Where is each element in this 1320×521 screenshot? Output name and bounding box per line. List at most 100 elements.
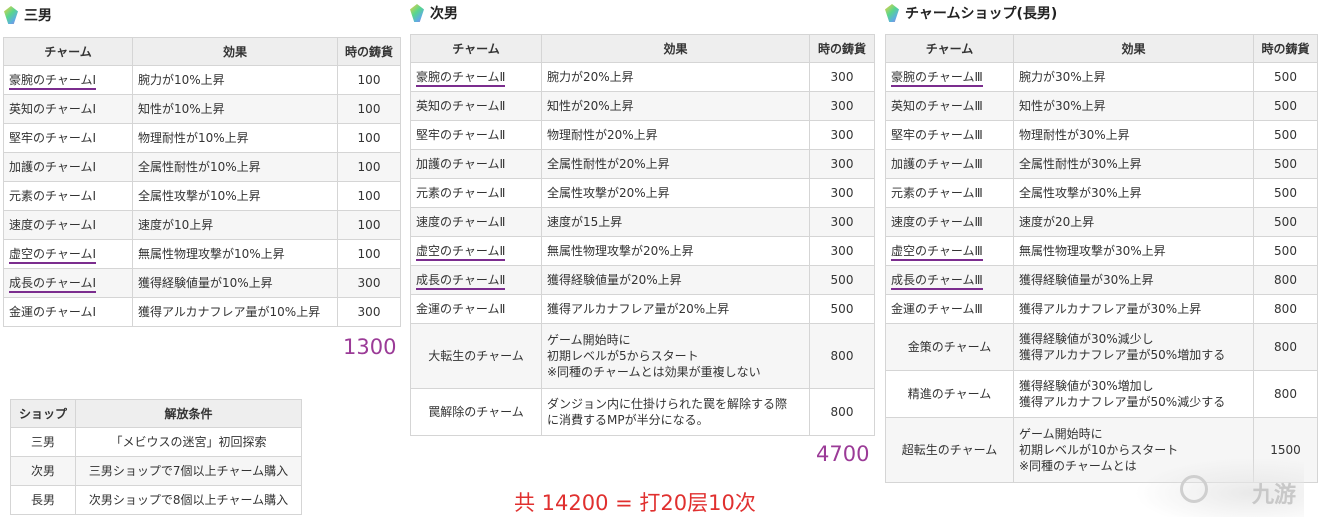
effect-line: 初期レベルが5からスタート [547,349,699,363]
charm-name-text: 豪腕のチャームⅢ [891,70,983,87]
table-row: 金運のチャームⅠ 獲得アルカナフレア量が10%上昇 300 [3,297,401,327]
charm-name-text: 金運のチャームⅡ [416,302,506,316]
effect-line: ゲーム開始時に [547,333,631,347]
charm-effect: 獲得経験値量が10%上昇 [132,268,338,298]
charm-name: 虚空のチャームⅢ [885,236,1014,266]
charm-cost: 100 [337,65,401,95]
charm-name-text: 豪腕のチャームⅡ [416,70,506,87]
table-row: 加護のチャームⅡ 全属性耐性が20%上昇 300 [410,149,875,179]
charm-cost: 300 [809,120,875,150]
charm-name-text: 英知のチャームⅠ [9,102,97,116]
charm-effect: 獲得経験値量が30%上昇 [1013,265,1254,295]
charm-effect: 獲得経験値が30%減少し 獲得アルカナフレア量が50%増加する [1013,323,1254,371]
table-row: 元素のチャームⅠ 全属性攻撃が10%上昇 100 [3,181,401,211]
charm-effect: 腕力が30%上昇 [1013,62,1254,92]
watermark-text: 九游 [1251,483,1296,508]
charm-cost: 500 [1253,91,1318,121]
table-row: 速度のチャームⅢ 速度が20上昇 500 [885,207,1318,237]
col-header-cost: 時の鋳貨 [337,37,401,66]
panel2-title: 次男 [410,0,458,26]
unlock-shop: 次男 [10,456,76,486]
effect-line: ゲーム開始時に [1019,427,1103,441]
charm-cost: 100 [337,152,401,182]
effect-line: 初期レベルが10からスタート [1019,443,1179,457]
unlock-condition: 三男ショップで7個以上チャーム購入 [75,456,302,486]
charm-effect: 獲得アルカナフレア量が20%上昇 [541,294,810,324]
table-row: 堅牢のチャームⅡ 物理耐性が20%上昇 300 [410,120,875,150]
table-row: 加護のチャームⅢ 全属性耐性が30%上昇 500 [885,149,1318,179]
charm-name: 罠解除のチャーム [410,388,542,436]
gem-icon [885,4,899,22]
watermark-logo-icon [1180,475,1208,503]
table-row: 成長のチャームⅡ 獲得経験値量が20%上昇 500 [410,265,875,295]
charm-effect: 獲得経験値量が20%上昇 [541,265,810,295]
panel3-table: チャーム 効果 時の鋳貨 豪腕のチャームⅢ 腕力が30%上昇 500 英知のチャームⅢ… [885,34,1318,483]
charm-effect: 腕力が10%上昇 [132,65,338,95]
effect-line: ダンジョン内に仕掛けられた罠を解除する際 [547,397,788,411]
charm-name: 大転生のチャーム [410,323,542,389]
charm-name: 金運のチャームⅠ [3,297,133,327]
charm-name-text: 大転生のチャーム [428,349,524,363]
charm-cost: 500 [809,294,875,324]
charm-name: 速度のチャームⅡ [410,207,542,237]
panel1-title-text: 三男 [24,8,52,24]
charm-name-text: 元素のチャームⅠ [9,189,97,203]
charm-cost: 300 [337,268,401,298]
charm-name-text: 堅牢のチャームⅢ [891,128,983,142]
charm-name-text: 堅牢のチャームⅠ [9,131,97,145]
col-header-charm: チャーム [410,34,542,63]
charm-effect: 獲得経験値が30%増加し 獲得アルカナフレア量が50%減少する [1013,370,1254,418]
charm-cost: 300 [809,149,875,179]
charm-cost: 500 [1253,149,1318,179]
unlock-shop: 長男 [10,485,76,515]
table-row: 英知のチャームⅡ 知性が20%上昇 300 [410,91,875,121]
charm-name-text: 英知のチャームⅢ [891,99,983,113]
table-row: 英知のチャームⅢ 知性が30%上昇 500 [885,91,1318,121]
charm-cost: 800 [1253,265,1318,295]
charm-name: 英知のチャームⅢ [885,91,1014,121]
charm-name: 成長のチャームⅠ [3,268,133,298]
charm-cost: 500 [1253,178,1318,208]
table-row: 堅牢のチャームⅢ 物理耐性が30%上昇 500 [885,120,1318,150]
charm-effect: 速度が10上昇 [132,210,338,240]
table-row: 金運のチャームⅢ 獲得アルカナフレア量が30%上昇 800 [885,294,1318,324]
charm-name-text: 虚空のチャームⅢ [891,244,983,261]
charm-effect: 無属性物理攻撃が20%上昇 [541,236,810,266]
charm-name: 堅牢のチャームⅠ [3,123,133,153]
charm-effect: 無属性物理攻撃が30%上昇 [1013,236,1254,266]
charm-name: 超転生のチャーム [885,417,1014,483]
charm-name: 金策のチャーム [885,323,1014,371]
charm-name-text: 罠解除のチャーム [428,405,524,419]
table-row: 元素のチャームⅢ 全属性攻撃が30%上昇 500 [885,178,1318,208]
unlock-condition: 「メビウスの迷宮」初回探索 [75,427,302,457]
charm-name: 速度のチャームⅢ [885,207,1014,237]
charm-effect: ゲーム開始時に 初期レベルが5からスタート ※同種のチャームとは効果が重複しない [541,323,810,389]
charm-cost: 100 [337,181,401,211]
charm-effect: 速度が15上昇 [541,207,810,237]
charm-effect: 全属性耐性が20%上昇 [541,149,810,179]
table-row: 元素のチャームⅡ 全属性攻撃が20%上昇 300 [410,178,875,208]
charm-name-text: 金運のチャームⅠ [9,305,97,319]
charm-cost: 500 [1253,120,1318,150]
unlock-condition: 次男ショップで8個以上チャーム購入 [75,485,302,515]
charm-cost: 800 [809,388,875,436]
table-row: 豪腕のチャームⅢ 腕力が30%上昇 500 [885,62,1318,92]
charm-cost: 800 [809,323,875,389]
table-row: 豪腕のチャームⅡ 腕力が20%上昇 300 [410,62,875,92]
charm-cost: 300 [809,62,875,92]
charm-name: 英知のチャームⅡ [410,91,542,121]
charm-effect: 物理耐性が20%上昇 [541,120,810,150]
charm-name-text: 虚空のチャームⅠ [9,247,97,264]
table-row: 速度のチャームⅡ 速度が15上昇 300 [410,207,875,237]
charm-effect: 知性が10%上昇 [132,94,338,124]
charm-effect: 知性が20%上昇 [541,91,810,121]
charm-name: 元素のチャームⅠ [3,181,133,211]
charm-name: 加護のチャームⅠ [3,152,133,182]
table-row: 英知のチャームⅠ 知性が10%上昇 100 [3,94,401,124]
table-row: 速度のチャームⅠ 速度が10上昇 100 [3,210,401,240]
grand-total: 共 14200 = 打20层10次 [514,491,756,515]
charm-effect: 物理耐性が10%上昇 [132,123,338,153]
table-row: 金策のチャーム 獲得経験値が30%減少し 獲得アルカナフレア量が50%増加する 800 [885,323,1318,371]
col-header-charm: チャーム [885,34,1014,63]
charm-effect: 腕力が20%上昇 [541,62,810,92]
